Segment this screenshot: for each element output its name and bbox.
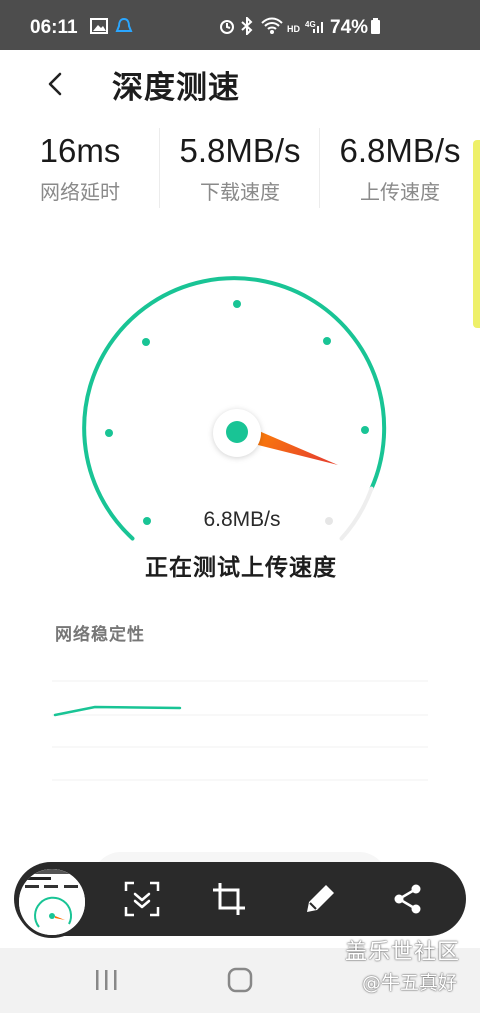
recent-apps-icon [96,970,117,990]
signal-4g-icon [313,22,323,33]
alarm-icon [220,20,234,34]
speed-stats: 16ms 网络延时 5.8MB/s 下载速度 6.8MB/s 上传速度 [0,128,480,210]
upload-value: 6.8MB/s [339,132,461,169]
gauge-hub-dot [226,421,248,443]
back-button[interactable] [34,62,78,106]
image-icon [90,18,108,34]
gauge-tick [361,426,369,434]
home-icon [227,967,253,993]
stability-line [53,705,182,717]
home-button[interactable] [218,962,262,998]
scroll-capture-icon [124,881,160,917]
battery-percent: 74% [330,17,369,38]
latency-label: 网络延时 [40,180,120,204]
watermark-community: 盖乐世社区 [345,940,461,965]
stability-title: 网络稳定性 [55,625,145,645]
screenshot-preview [19,869,85,935]
upload-stat: 6.8MB/s 上传速度 [320,128,480,205]
status-bar: 06:11 HD 4G 74% [0,0,480,50]
share-button[interactable] [388,879,428,919]
gauge-arc-progress [82,276,387,541]
gauge-speed-value: 6.8MB/s [203,508,281,531]
gauge-tick [105,429,113,437]
gauge-tick [323,337,331,345]
recent-apps-button[interactable] [84,962,128,998]
status-time: 06:11 [30,17,78,38]
download-value: 5.8MB/s [179,132,301,169]
scroll-capture-button[interactable] [122,879,162,919]
gauge-tick [142,338,150,346]
gauge-tick [233,300,241,308]
test-status-text: 正在测试上传速度 [145,555,337,581]
page-title: 深度测速 [112,70,240,106]
latency-stat: 16ms 网络延时 [0,128,160,205]
crop-button[interactable] [209,879,249,919]
battery-icon [371,18,380,34]
stability-chart [52,680,428,781]
bluetooth-icon [241,17,253,35]
crop-icon [213,883,245,915]
draw-button[interactable] [300,879,340,919]
cloud-icon [115,17,133,32]
watermark-user: @牛五真好 [362,972,458,994]
share-icon [394,884,421,914]
wifi-icon [261,17,283,34]
latency-value: 16ms [39,132,121,169]
upload-label: 上传速度 [360,180,440,204]
hd-icon: HD [287,24,300,34]
pen-icon [307,885,334,912]
chevron-left-icon [48,72,62,96]
download-stat: 5.8MB/s 下载速度 [160,128,320,205]
screenshot-thumbnail[interactable] [16,866,88,938]
download-label: 下载速度 [200,180,280,204]
